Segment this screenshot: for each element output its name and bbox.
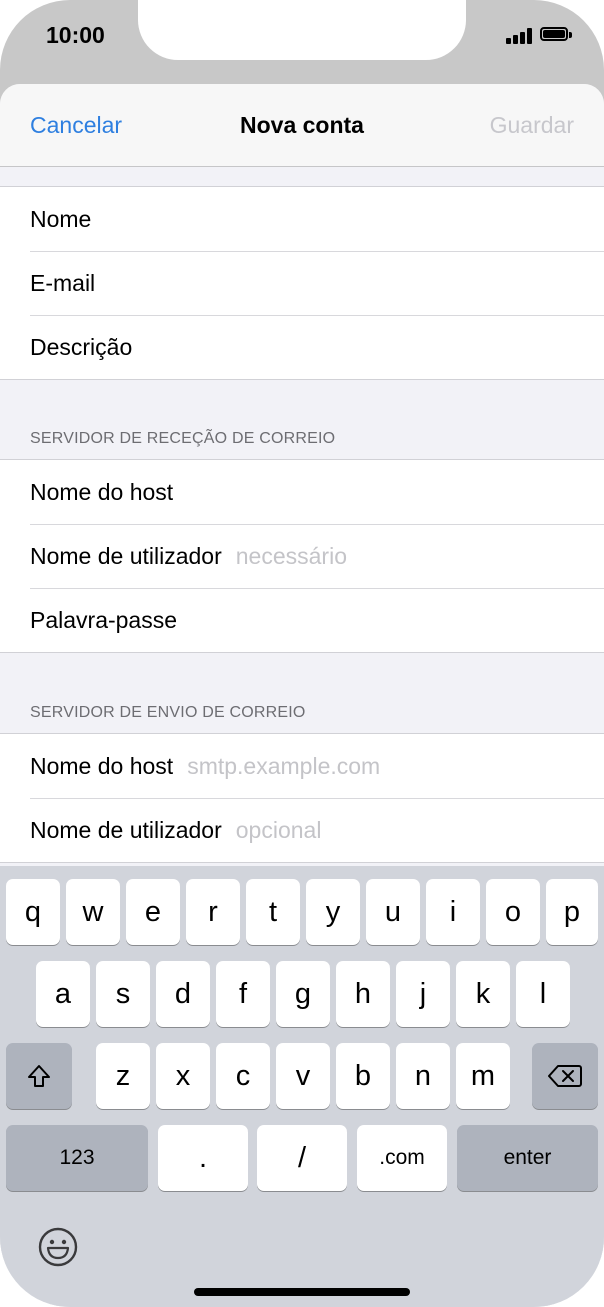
outgoing-username-field[interactable]: Nome de utilizador opcional — [0, 798, 604, 862]
field-label: Palavra-passe — [30, 606, 178, 633]
email-field[interactable]: E-mail — [0, 251, 604, 315]
enter-key[interactable]: enter — [457, 1125, 598, 1191]
field-label: Descrição — [30, 333, 133, 360]
key-h[interactable]: h — [336, 961, 390, 1027]
key-u[interactable]: u — [366, 879, 420, 945]
key-e[interactable]: e — [126, 879, 180, 945]
navigation-bar: Cancelar Nova conta Guardar — [0, 84, 604, 167]
delete-key[interactable] — [532, 1043, 598, 1109]
key-r[interactable]: r — [186, 879, 240, 945]
home-indicator[interactable] — [194, 1288, 410, 1296]
key-q[interactable]: q — [6, 879, 60, 945]
key-j[interactable]: j — [396, 961, 450, 1027]
emoji-icon — [38, 1227, 78, 1267]
emoji-button[interactable] — [38, 1227, 78, 1267]
name-field[interactable]: Nome — [0, 187, 604, 251]
keyboard: q w e r t y u i o p a s d f g h j k l z … — [0, 866, 604, 1307]
outgoing-server-group: Nome do host smtp.example.com Nome de ut… — [0, 733, 604, 863]
key-slash[interactable]: / — [257, 1125, 347, 1191]
incoming-username-field[interactable]: Nome de utilizador necessário — [0, 524, 604, 588]
notch — [138, 0, 466, 60]
key-dotcom[interactable]: .com — [357, 1125, 447, 1191]
shift-key[interactable] — [6, 1043, 72, 1109]
numbers-key[interactable]: 123 — [6, 1125, 148, 1191]
key-m[interactable]: m — [456, 1043, 510, 1109]
key-s[interactable]: s — [96, 961, 150, 1027]
cellular-signal-icon — [506, 28, 532, 44]
save-button[interactable]: Guardar — [490, 112, 574, 139]
key-y[interactable]: y — [306, 879, 360, 945]
key-p[interactable]: p — [546, 879, 598, 945]
key-c[interactable]: c — [216, 1043, 270, 1109]
key-d[interactable]: d — [156, 961, 210, 1027]
incoming-password-field[interactable]: Palavra-passe — [0, 588, 604, 652]
outgoing-server-header: SERVIDOR DE ENVIO DE CORREIO — [30, 704, 306, 721]
key-x[interactable]: x — [156, 1043, 210, 1109]
key-l[interactable]: l — [516, 961, 570, 1027]
key-t[interactable]: t — [246, 879, 300, 945]
field-placeholder: necessário — [235, 542, 347, 569]
key-o[interactable]: o — [486, 879, 540, 945]
phone-screen: 10:00 Cancelar Nova conta Guardar Nome E… — [0, 0, 604, 1307]
key-k[interactable]: k — [456, 961, 510, 1027]
key-n[interactable]: n — [396, 1043, 450, 1109]
key-i[interactable]: i — [426, 879, 480, 945]
incoming-server-group: Nome do host Nome de utilizador necessár… — [0, 459, 604, 653]
outgoing-hostname-field[interactable]: Nome do host smtp.example.com — [0, 734, 604, 798]
field-label: Nome de utilizador — [30, 816, 222, 843]
status-bar: 10:00 — [0, 0, 604, 78]
field-label: Nome do host — [30, 752, 174, 779]
key-b[interactable]: b — [336, 1043, 390, 1109]
key-z[interactable]: z — [96, 1043, 150, 1109]
field-placeholder: opcional — [235, 816, 322, 843]
field-label: Nome — [30, 205, 92, 232]
key-v[interactable]: v — [276, 1043, 330, 1109]
battery-icon — [540, 27, 572, 43]
backspace-icon — [548, 1065, 582, 1087]
key-g[interactable]: g — [276, 961, 330, 1027]
shift-icon — [28, 1065, 50, 1087]
description-field[interactable]: Descrição — [0, 315, 604, 379]
field-label: Nome de utilizador — [30, 542, 222, 569]
incoming-hostname-field[interactable]: Nome do host — [0, 460, 604, 524]
incoming-server-header: SERVIDOR DE RECEÇÃO DE CORREIO — [30, 430, 336, 447]
key-a[interactable]: a — [36, 961, 90, 1027]
key-f[interactable]: f — [216, 961, 270, 1027]
key-w[interactable]: w — [66, 879, 120, 945]
status-time: 10:00 — [46, 22, 105, 48]
key-dot[interactable]: . — [158, 1125, 248, 1191]
field-label: E-mail — [30, 269, 96, 296]
account-info-group: Nome E-mail Descrição — [0, 186, 604, 380]
field-label: Nome do host — [30, 478, 174, 505]
field-placeholder: smtp.example.com — [187, 752, 381, 779]
